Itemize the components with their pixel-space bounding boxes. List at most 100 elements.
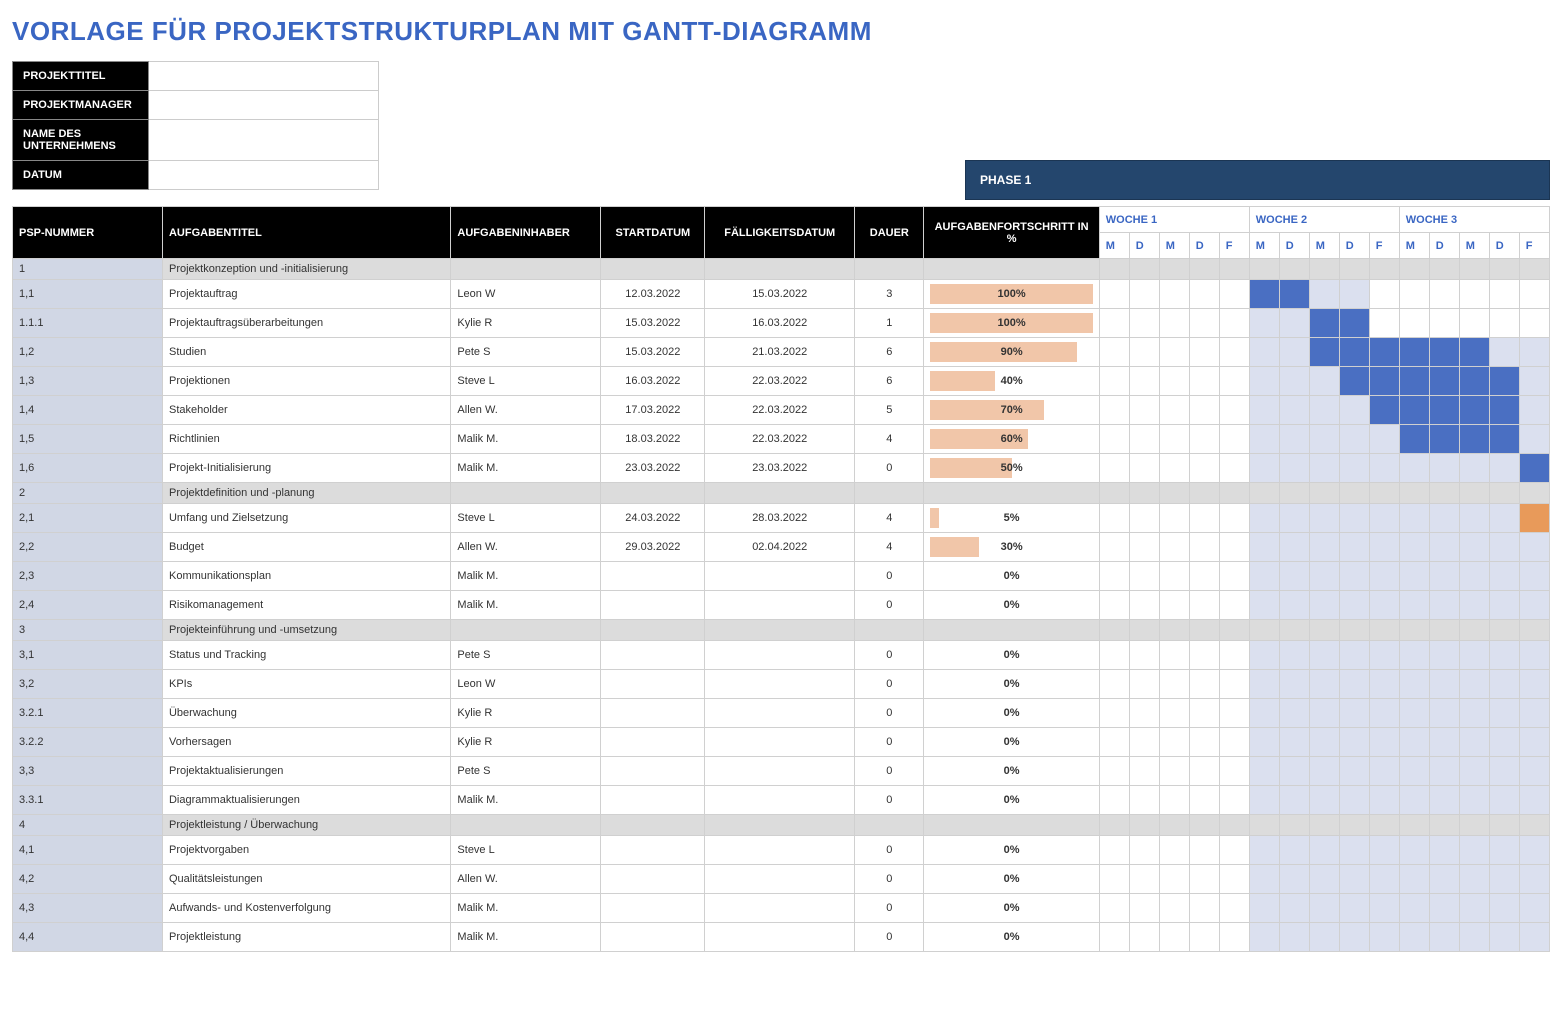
meta-value-datum[interactable] <box>149 161 379 190</box>
cell-wbs: 1,4 <box>13 396 163 425</box>
table-row[interactable]: 1,3ProjektionenSteve L16.03.202222.03.20… <box>13 367 1550 396</box>
gantt-cell <box>1189 641 1219 670</box>
gantt-cell <box>1399 815 1429 836</box>
table-row[interactable]: 1,2StudienPete S15.03.202221.03.2022690% <box>13 338 1550 367</box>
gantt-cell <box>1339 309 1369 338</box>
table-row[interactable]: 3Projekteinführung und -umsetzung <box>13 620 1550 641</box>
table-row[interactable]: 4,2QualitätsleistungenAllen W.00% <box>13 865 1550 894</box>
gantt-cell <box>1099 894 1129 923</box>
gantt-cell <box>1249 591 1279 620</box>
meta-value-projektmanager[interactable] <box>149 91 379 120</box>
gantt-cell <box>1129 620 1159 641</box>
gantt-cell <box>1399 454 1429 483</box>
gantt-cell <box>1219 533 1249 562</box>
cell-wbs: 1,5 <box>13 425 163 454</box>
cell-start <box>601 836 705 865</box>
table-row[interactable]: 4,3Aufwands- und KostenverfolgungMalik M… <box>13 894 1550 923</box>
gantt-cell <box>1129 699 1159 728</box>
meta-value-unternehmen[interactable] <box>149 120 379 161</box>
table-row[interactable]: 2,2BudgetAllen W.29.03.202202.04.2022430… <box>13 533 1550 562</box>
cell-wbs: 2,1 <box>13 504 163 533</box>
gantt-cell <box>1399 620 1429 641</box>
day-header: F <box>1519 233 1549 259</box>
cell-duration: 0 <box>855 641 924 670</box>
table-row[interactable]: 4,1ProjektvorgabenSteve L00% <box>13 836 1550 865</box>
gantt-cell <box>1159 641 1189 670</box>
cell-blank <box>855 483 924 504</box>
gantt-cell <box>1219 338 1249 367</box>
cell-wbs: 3.2.2 <box>13 728 163 757</box>
gantt-cell <box>1159 338 1189 367</box>
table-row[interactable]: 2,3KommunikationsplanMalik M.00% <box>13 562 1550 591</box>
table-row[interactable]: 1,4StakeholderAllen W.17.03.202222.03.20… <box>13 396 1550 425</box>
gantt-cell <box>1399 836 1429 865</box>
gantt-cell <box>1249 504 1279 533</box>
cell-title: Richtlinien <box>162 425 450 454</box>
table-row[interactable]: 4Projektleistung / Überwachung <box>13 815 1550 836</box>
day-header: F <box>1219 233 1249 259</box>
cell-title: Stakeholder <box>162 396 450 425</box>
table-row[interactable]: 1,6Projekt-InitialisierungMalik M.23.03.… <box>13 454 1550 483</box>
cell-progress: 60% <box>924 425 1099 454</box>
table-row[interactable]: 2,1Umfang und ZielsetzungSteve L24.03.20… <box>13 504 1550 533</box>
gantt-cell <box>1339 699 1369 728</box>
gantt-cell <box>1099 865 1129 894</box>
gantt-cell <box>1459 454 1489 483</box>
gantt-cell <box>1309 699 1339 728</box>
gantt-cell <box>1129 865 1159 894</box>
table-row[interactable]: 1,5RichtlinienMalik M.18.03.202222.03.20… <box>13 425 1550 454</box>
meta-value-projekttitel[interactable] <box>149 62 379 91</box>
gantt-cell <box>1429 483 1459 504</box>
gantt-cell <box>1219 865 1249 894</box>
table-row[interactable]: 2Projektdefinition und -planung <box>13 483 1550 504</box>
cell-title: Projekteinführung und -umsetzung <box>162 620 450 641</box>
cell-owner: Pete S <box>451 338 601 367</box>
table-row[interactable]: 3,2KPIsLeon W00% <box>13 670 1550 699</box>
cell-blank <box>705 620 855 641</box>
cell-owner: Leon W <box>451 280 601 309</box>
gantt-cell <box>1099 641 1129 670</box>
gantt-cell <box>1129 591 1159 620</box>
cell-progress: 70% <box>924 396 1099 425</box>
gantt-cell <box>1519 815 1549 836</box>
table-row[interactable]: 3.2.1ÜberwachungKylie R00% <box>13 699 1550 728</box>
cell-start <box>601 699 705 728</box>
gantt-cell <box>1309 728 1339 757</box>
table-row[interactable]: 1.1.1ProjektauftragsüberarbeitungenKylie… <box>13 309 1550 338</box>
gantt-cell <box>1399 923 1429 952</box>
gantt-cell <box>1189 815 1219 836</box>
table-row[interactable]: 1,1ProjektauftragLeon W12.03.202215.03.2… <box>13 280 1550 309</box>
gantt-cell <box>1159 504 1189 533</box>
gantt-cell <box>1219 259 1249 280</box>
table-row[interactable]: 2,4RisikomanagementMalik M.00% <box>13 591 1550 620</box>
gantt-cell <box>1399 786 1429 815</box>
gantt-cell <box>1189 504 1219 533</box>
table-row[interactable]: 3.2.2VorhersagenKylie R00% <box>13 728 1550 757</box>
gantt-cell <box>1369 815 1399 836</box>
gantt-cell <box>1189 757 1219 786</box>
gantt-cell <box>1369 591 1399 620</box>
table-row[interactable]: 3.3.1DiagrammaktualisierungenMalik M.00% <box>13 786 1550 815</box>
table-row[interactable]: 4,4ProjektleistungMalik M.00% <box>13 923 1550 952</box>
gantt-cell <box>1429 641 1459 670</box>
gantt-cell <box>1489 836 1519 865</box>
gantt-cell <box>1489 786 1519 815</box>
cell-wbs: 2,4 <box>13 591 163 620</box>
gantt-cell <box>1459 865 1489 894</box>
gantt-cell <box>1519 670 1549 699</box>
table-row[interactable]: 3,3ProjektaktualisierungenPete S00% <box>13 757 1550 786</box>
gantt-cell <box>1489 728 1519 757</box>
cell-wbs: 3,2 <box>13 670 163 699</box>
table-row[interactable]: 3,1Status und TrackingPete S00% <box>13 641 1550 670</box>
gantt-cell <box>1399 309 1429 338</box>
table-row[interactable]: 1Projektkonzeption und -initialisierung <box>13 259 1550 280</box>
gantt-cell <box>1339 641 1369 670</box>
cell-progress: 30% <box>924 533 1099 562</box>
gantt-cell <box>1309 923 1339 952</box>
gantt-cell <box>1339 338 1369 367</box>
gantt-cell <box>1099 757 1129 786</box>
cell-duration: 4 <box>855 425 924 454</box>
gantt-cell <box>1249 728 1279 757</box>
gantt-cell <box>1129 923 1159 952</box>
gantt-cell <box>1489 591 1519 620</box>
